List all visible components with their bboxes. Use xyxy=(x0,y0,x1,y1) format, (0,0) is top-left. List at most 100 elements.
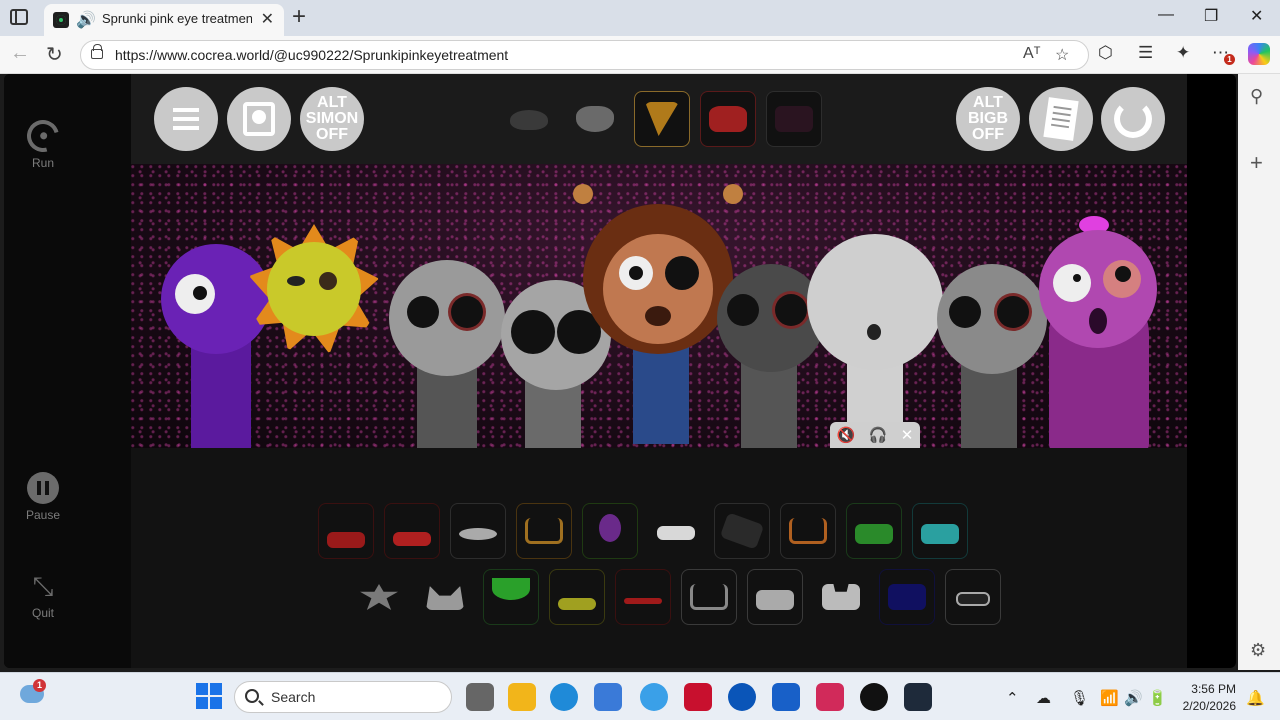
clock-date: 2/20/2026 xyxy=(1182,699,1236,713)
sound-slot[interactable] xyxy=(417,569,473,625)
sound-palette xyxy=(131,448,1187,668)
search-icon xyxy=(245,689,259,703)
sound-slot[interactable] xyxy=(912,503,968,559)
player-control-sidebar: Run Pause ⤡ Quit xyxy=(4,74,131,668)
reset-button[interactable] xyxy=(1101,87,1165,151)
tab-title: Sprunki pink eye treatment b xyxy=(102,11,252,26)
notification-bell-icon[interactable]: 🔔 xyxy=(1246,689,1265,707)
portrait-icon xyxy=(243,102,275,136)
lock-icon[interactable] xyxy=(91,44,103,59)
search-placeholder[interactable]: Search xyxy=(271,689,315,705)
hp-smart-icon[interactable] xyxy=(860,683,888,711)
menu-button[interactable] xyxy=(154,87,218,151)
add-icon[interactable]: + xyxy=(1250,150,1263,176)
pause-label: Pause xyxy=(25,508,61,522)
document-icon xyxy=(1043,97,1079,141)
run-icon xyxy=(21,114,65,158)
compress-arrows-icon: ⤡ xyxy=(32,571,54,601)
pause-icon xyxy=(27,472,59,504)
help-icon[interactable] xyxy=(640,683,668,711)
sound-slot[interactable] xyxy=(648,503,704,559)
edge-sidebar: ⚲ + ⚙ xyxy=(1238,74,1280,670)
minimize-button[interactable]: — xyxy=(1158,6,1174,24)
sound-slot[interactable] xyxy=(813,569,869,625)
outlook-icon[interactable] xyxy=(772,683,800,711)
gear-icon[interactable]: ⚙ xyxy=(1250,640,1266,661)
sound-slot[interactable] xyxy=(615,569,671,625)
notes-button[interactable] xyxy=(1029,87,1093,151)
alt-simon-toggle[interactable]: ALT SIMON OFF xyxy=(300,87,364,151)
sound-slot[interactable] xyxy=(700,91,756,147)
run-button[interactable]: Run xyxy=(4,114,82,170)
sound-slot[interactable] xyxy=(681,569,737,625)
battery-icon[interactable]: 🔋 xyxy=(1148,689,1167,707)
sound-slot[interactable] xyxy=(634,91,690,147)
headphones-icon[interactable]: 🎧 xyxy=(869,426,888,444)
wifi-icon[interactable]: 📶 xyxy=(1100,689,1119,707)
sound-slot[interactable] xyxy=(780,503,836,559)
sound-slot[interactable] xyxy=(318,503,374,559)
sound-slot[interactable] xyxy=(714,503,770,559)
favorite-star-icon[interactable]: ☆ xyxy=(1055,45,1069,65)
tab-actions-icon[interactable] xyxy=(10,9,28,25)
sound-slot[interactable] xyxy=(351,569,407,625)
sound-slot[interactable] xyxy=(516,503,572,559)
tab-close-icon[interactable]: ✕ xyxy=(261,9,274,29)
character-scene xyxy=(131,164,1187,448)
sound-slot[interactable] xyxy=(450,503,506,559)
microphone-icon[interactable]: 🎙 xyxy=(1070,689,1089,707)
alt-bigb-toggle[interactable]: ALT BIGB OFF xyxy=(956,87,1020,151)
mute-icon[interactable]: 🔇 xyxy=(837,426,856,444)
browser-tab-bar: 🔊 Sprunki pink eye treatment b ✕ + — ❐ ✕ xyxy=(0,0,1280,36)
close-window-button[interactable]: ✕ xyxy=(1250,6,1263,26)
new-tab-button[interactable]: + xyxy=(292,3,306,31)
back-arrow-icon[interactable]: ← xyxy=(10,42,30,65)
refresh-icon[interactable]: ↻ xyxy=(46,42,63,67)
sound-slot[interactable] xyxy=(483,569,539,625)
browser-essentials-icon[interactable]: ✦ xyxy=(1176,43,1190,63)
sound-slot[interactable] xyxy=(879,569,935,625)
edge-icon[interactable] xyxy=(550,683,578,711)
close-icon[interactable]: ✕ xyxy=(901,426,914,444)
start-button[interactable] xyxy=(196,683,224,711)
reload-icon xyxy=(1114,100,1152,138)
restore-button[interactable]: ❐ xyxy=(1204,6,1218,26)
quit-label: Quit xyxy=(31,606,54,620)
app-icon[interactable] xyxy=(816,683,844,711)
sound-slot[interactable] xyxy=(501,91,557,147)
url-field[interactable]: https://www.cocrea.world/@uc990222/Sprun… xyxy=(80,40,1089,70)
sound-slot[interactable] xyxy=(567,91,623,147)
store-icon[interactable] xyxy=(594,683,622,711)
cloud-icon[interactable]: ☁ xyxy=(1036,689,1051,707)
quit-button[interactable]: ⤡ Quit xyxy=(4,570,82,620)
pause-button[interactable]: Pause xyxy=(4,472,82,522)
sound-slot[interactable] xyxy=(846,503,902,559)
chevron-up-icon[interactable]: ⌃ xyxy=(1006,689,1019,707)
sound-slot[interactable] xyxy=(945,569,1001,625)
terminal-icon[interactable] xyxy=(904,683,932,711)
sound-slot[interactable] xyxy=(747,569,803,625)
portrait-button[interactable] xyxy=(227,87,291,151)
file-explorer-icon[interactable] xyxy=(508,683,536,711)
project-page: Run Pause ⤡ Quit ALT SIMON OFF ALT BIGB … xyxy=(4,74,1236,668)
sound-slot[interactable] xyxy=(582,503,638,559)
browser-tab[interactable]: 🔊 Sprunki pink eye treatment b ✕ xyxy=(44,4,284,36)
volume-icon[interactable]: 🔊 xyxy=(1124,689,1143,707)
sound-slot[interactable] xyxy=(549,569,605,625)
taskbar-search[interactable]: Search xyxy=(234,681,452,713)
taskbar-clock[interactable]: 3:56 PM 2/20/2026 xyxy=(1178,681,1236,715)
game-stage[interactable]: ALT SIMON OFF ALT BIGB OFF 🔇 🎧 ✕ xyxy=(131,74,1187,668)
task-view-icon[interactable] xyxy=(466,683,494,711)
speaker-icon[interactable]: 🔊 xyxy=(76,10,96,30)
mcafee-icon[interactable] xyxy=(684,683,712,711)
hp-icon[interactable] xyxy=(728,683,756,711)
sound-slot[interactable] xyxy=(766,91,822,147)
run-label: Run xyxy=(31,156,54,170)
favorites-list-icon[interactable]: ☰ xyxy=(1138,43,1153,63)
url-text[interactable]: https://www.cocrea.world/@uc990222/Sprun… xyxy=(115,47,508,63)
extensions-icon[interactable]: ⬡ xyxy=(1098,43,1113,63)
search-icon[interactable]: ⚲ xyxy=(1250,86,1263,107)
read-aloud-icon[interactable]: Aᵀ xyxy=(1023,45,1041,63)
copilot-icon[interactable] xyxy=(1248,43,1270,65)
sound-slot[interactable] xyxy=(384,503,440,559)
